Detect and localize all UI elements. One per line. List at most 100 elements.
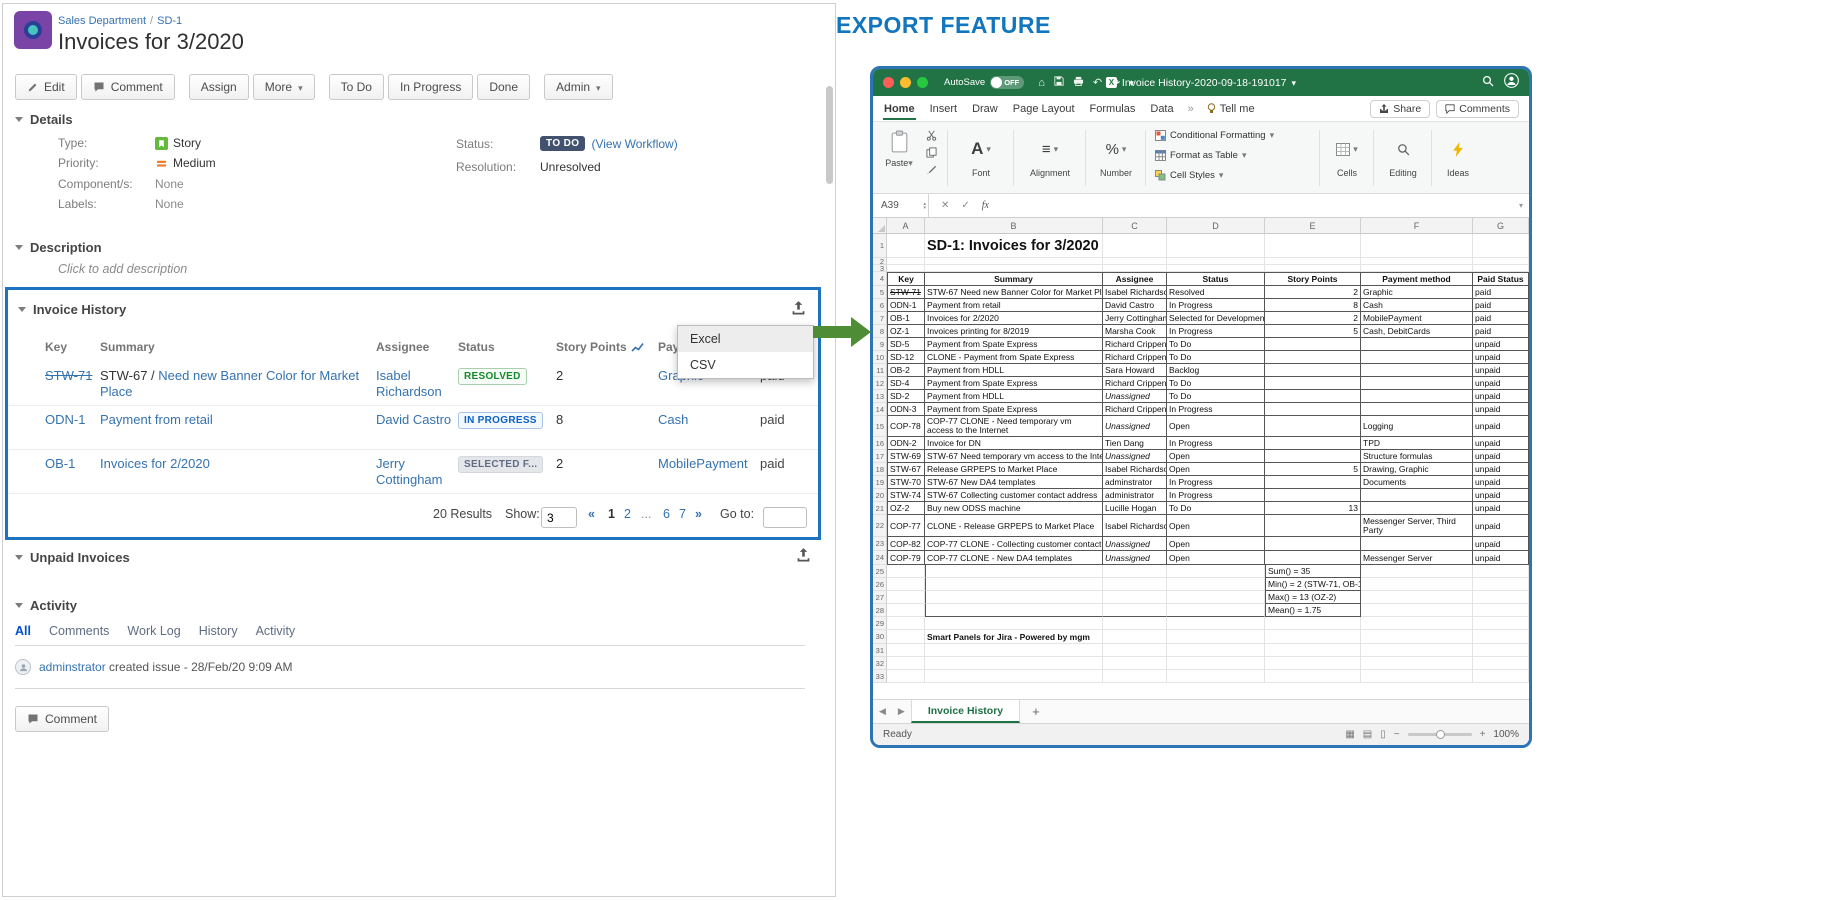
cell-D31[interactable] xyxy=(1167,644,1265,657)
tab-work-log[interactable]: Work Log xyxy=(127,624,180,638)
cell-E23[interactable] xyxy=(1265,537,1361,551)
cell-F30[interactable] xyxy=(1361,630,1473,644)
row-header-27[interactable]: 27 xyxy=(873,591,887,604)
cell-C18[interactable]: Isabel Richardson xyxy=(1103,463,1167,476)
cell-A2[interactable] xyxy=(887,258,925,265)
cell-C13[interactable]: Unassigned xyxy=(1103,390,1167,403)
number-group-button[interactable]: Number xyxy=(1091,132,1141,178)
print-icon[interactable] xyxy=(1073,76,1084,89)
cell-B2[interactable] xyxy=(925,258,1103,265)
cell-E24[interactable] xyxy=(1265,551,1361,565)
cell-F26[interactable] xyxy=(1361,578,1473,591)
cell-F2[interactable] xyxy=(1361,258,1473,265)
row-header-8[interactable]: 8 xyxy=(873,325,887,338)
row-header-9[interactable]: 9 xyxy=(873,338,887,351)
select-all-corner[interactable] xyxy=(873,218,887,233)
assign-button[interactable]: Assign xyxy=(189,74,249,100)
next-sheet-icon[interactable]: ▶ xyxy=(892,706,911,717)
export-csv-option[interactable]: CSV xyxy=(678,352,813,378)
page-1[interactable]: 1 xyxy=(608,507,615,521)
row-header-23[interactable]: 23 xyxy=(873,537,887,551)
cell-A18[interactable]: STW-67 xyxy=(887,463,925,476)
cell-E6[interactable]: 8 xyxy=(1265,299,1361,312)
cell-F12[interactable] xyxy=(1361,377,1473,390)
cell-G18[interactable]: unpaid xyxy=(1473,463,1529,476)
format-painter-button[interactable] xyxy=(921,164,941,181)
invoice-history-heading[interactable]: Invoice History xyxy=(18,302,126,317)
cell-E5[interactable]: 2 xyxy=(1265,286,1361,299)
cell-C33[interactable] xyxy=(1103,670,1167,683)
column-header-B[interactable]: B xyxy=(925,218,1103,233)
next-page-button[interactable]: » xyxy=(695,507,702,521)
name-box[interactable]: A39▴▾ xyxy=(873,194,929,217)
cell-B5[interactable]: STW-67 Need new Banner Color for Market … xyxy=(925,286,1103,299)
cell-A33[interactable] xyxy=(887,670,925,683)
cell-C28[interactable] xyxy=(1103,604,1167,617)
row-header-25[interactable]: 25 xyxy=(873,565,887,578)
cell-D18[interactable]: Open xyxy=(1167,463,1265,476)
assignee-link[interactable]: David Castro xyxy=(376,412,454,428)
cell-B20[interactable]: STW-67 Collecting customer contact addre… xyxy=(925,489,1103,502)
cell-G1[interactable] xyxy=(1473,234,1529,258)
cell-G31[interactable] xyxy=(1473,644,1529,657)
cell-G10[interactable]: unpaid xyxy=(1473,351,1529,364)
cell-E26[interactable]: Min() = 2 (STW-71, OB-1) xyxy=(1265,578,1361,591)
cell-B4[interactable]: Summary xyxy=(925,272,1103,286)
cell-G8[interactable]: paid xyxy=(1473,325,1529,338)
cell-B23[interactable]: COP-77 CLONE - Collecting customer conta… xyxy=(925,537,1103,551)
row-header-21[interactable]: 21 xyxy=(873,502,887,515)
cell-F31[interactable] xyxy=(1361,644,1473,657)
cell-B18[interactable]: Release GRPEPS to Market Place xyxy=(925,463,1103,476)
cell-G3[interactable] xyxy=(1473,265,1529,272)
cell-B13[interactable]: Payment from HDLL xyxy=(925,390,1103,403)
cell-C26[interactable] xyxy=(1103,578,1167,591)
description-heading[interactable]: Description xyxy=(15,240,102,255)
row-header-24[interactable]: 24 xyxy=(873,551,887,565)
in-progress-transition-button[interactable]: In Progress xyxy=(388,74,473,100)
zoom-button[interactable] xyxy=(917,77,928,88)
cell-F3[interactable] xyxy=(1361,265,1473,272)
name-box-spinner[interactable]: ▴▾ xyxy=(923,202,926,210)
cell-D22[interactable]: Open xyxy=(1167,515,1265,537)
cell-D6[interactable]: In Progress xyxy=(1167,299,1265,312)
cell-D4[interactable]: Status xyxy=(1167,272,1265,286)
cell-F14[interactable] xyxy=(1361,403,1473,416)
row-header-7[interactable]: 7 xyxy=(873,312,887,325)
cell-A15[interactable]: COP-78 xyxy=(887,416,925,437)
cell-G23[interactable]: unpaid xyxy=(1473,537,1529,551)
cell-C6[interactable]: David Castro xyxy=(1103,299,1167,312)
cell-A24[interactable]: COP-79 xyxy=(887,551,925,565)
zoom-slider[interactable] xyxy=(1408,733,1472,736)
cell-B14[interactable]: Payment from Spate Express xyxy=(925,403,1103,416)
row-header-26[interactable]: 26 xyxy=(873,578,887,591)
unpaid-export-button[interactable] xyxy=(796,547,811,567)
cell-D11[interactable]: Backlog xyxy=(1167,364,1265,377)
cell-C15[interactable]: Unassigned xyxy=(1103,416,1167,437)
close-button[interactable] xyxy=(883,77,894,88)
cell-A8[interactable]: OZ-1 xyxy=(887,325,925,338)
row-header-4[interactable]: 4 xyxy=(873,272,887,286)
cell-A26[interactable] xyxy=(887,578,925,591)
cell-C12[interactable]: Richard Crippen xyxy=(1103,377,1167,390)
show-count-input[interactable] xyxy=(541,507,577,528)
activity-heading[interactable]: Activity xyxy=(15,598,77,613)
row-header-28[interactable]: 28 xyxy=(873,604,887,617)
tab-all[interactable]: All xyxy=(15,624,31,638)
cell-F1[interactable] xyxy=(1361,234,1473,258)
tab-history[interactable]: History xyxy=(199,624,238,638)
cell-E11[interactable] xyxy=(1265,364,1361,377)
cell-B30[interactable]: Smart Panels for Jira - Powered by mgm xyxy=(925,630,1103,644)
paste-button[interactable]: Paste xyxy=(879,130,919,169)
cell-F15[interactable]: Logging xyxy=(1361,416,1473,437)
cell-F6[interactable]: Cash xyxy=(1361,299,1473,312)
col-header-status[interactable]: Status xyxy=(458,340,495,354)
page-2[interactable]: 2 xyxy=(624,507,631,521)
cell-A19[interactable]: STW-70 xyxy=(887,476,925,489)
cell-C32[interactable] xyxy=(1103,657,1167,670)
row-header-12[interactable]: 12 xyxy=(873,377,887,390)
row-header-32[interactable]: 32 xyxy=(873,657,887,670)
cell-E12[interactable] xyxy=(1265,377,1361,390)
cell-A17[interactable]: STW-69 xyxy=(887,450,925,463)
cell-F10[interactable] xyxy=(1361,351,1473,364)
page-6[interactable]: 6 xyxy=(663,507,670,521)
